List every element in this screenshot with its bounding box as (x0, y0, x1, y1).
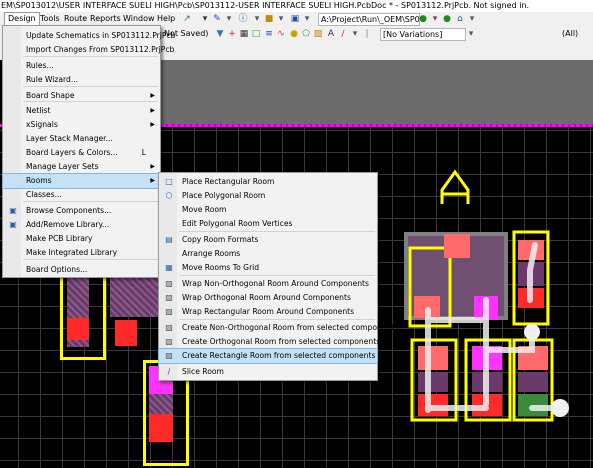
menu-item-label: Wrap Orthogonal Room Around Components (182, 293, 351, 302)
rooms-menu-item-create-orthogonal-room-from-selected-components[interactable]: ▨ Create Orthogonal Room from selected co… (159, 335, 381, 349)
rooms-menu-item-move-rooms-to-grid[interactable]: ▦ Move Rooms To Grid (159, 261, 377, 275)
menu-item-label: Make PCB Library (26, 234, 93, 243)
menu-item-label: Layer Stack Manager... (26, 134, 113, 143)
menu-item-label: Create Orthogonal Room from selected com… (182, 337, 381, 346)
via (524, 324, 540, 340)
menu-item-label: Place Rectangular Room (182, 177, 275, 186)
menu-item-label: Slice Room (182, 367, 224, 376)
submenu-arrow-icon: ▶ (150, 177, 155, 184)
rooms-menu-item-place-polygonal-room[interactable]: ⬡ Place Polygonal Room (159, 189, 377, 203)
slice-icon: ∕ (167, 367, 171, 376)
menu-item-label: Update Schematics in SP013112.PrjPcb (26, 31, 176, 40)
submenu-arrow-icon: ▶ (150, 92, 155, 99)
menu-item-label: Wrap Non-Orthogonal Room Around Componen… (182, 279, 369, 288)
design-menu-item-layer-stack-manager[interactable]: Layer Stack Manager... (3, 132, 160, 146)
design-menu-item-board-shape[interactable]: Board Shape ▶ (3, 89, 160, 103)
menu-separator (179, 231, 375, 232)
silkscreen-letter (440, 169, 470, 204)
menu-item-label: Classes... (26, 190, 62, 199)
design-menu-item-board-options[interactable]: Board Options... (3, 263, 160, 277)
menu-item-label: Wrap Rectangular Room Around Components (182, 307, 355, 316)
menu-item-label: Manage Layer Sets (26, 162, 99, 171)
rooms-menu-item-wrap-non-orthogonal-room-around-components[interactable]: ▧ Wrap Non-Orthogonal Room Around Compone… (159, 277, 377, 291)
menu-separator (179, 319, 375, 320)
menu-item-label: Make Integrated Library (26, 248, 118, 257)
via (551, 399, 569, 417)
submenu-arrow-icon: ▶ (150, 163, 155, 170)
menu-item-label: xSignals (26, 120, 58, 129)
design-menu-item-board-layers-colors[interactable]: Board Layers & Colors... L (3, 146, 160, 160)
rooms-menu-item-create-non-orthogonal-room-from-selected-components[interactable]: ▨ Create Non-Orthogonal Room from selecte… (159, 321, 398, 335)
pad-salmon (418, 346, 448, 370)
menu-item-label: Move Rooms To Grid (182, 263, 260, 272)
menu-item-label: Board Options... (26, 265, 88, 274)
design-menu-item-browse-components[interactable]: ▣ Browse Components... (3, 204, 160, 218)
design-menu-item-make-integrated-library[interactable]: Make Integrated Library (3, 246, 160, 260)
rooms-menu-item-wrap-rectangular-room-around-components[interactable]: ▧ Wrap Rectangular Room Around Components (159, 305, 377, 319)
rect-room-icon: □ (165, 177, 173, 186)
wrap-icon: ▧ (165, 307, 173, 316)
design-menu: Update Schematics in SP013112.PrjPcb Impo… (2, 25, 175, 278)
menu-item-label: Rooms (26, 176, 52, 185)
rooms-menu-item-create-rectangle-room-from-selected-components[interactable]: ▨ Create Rectangle Room from selected com… (158, 348, 378, 364)
design-menu-item-rule-wizard[interactable]: Rule Wizard... (3, 73, 160, 87)
menu-separator (179, 363, 375, 364)
submenu-arrow-icon: ▶ (150, 107, 155, 114)
room-hatch (518, 372, 548, 392)
pad-salmon (444, 234, 470, 258)
rooms-menu-item-place-rectangular-room[interactable]: □ Place Rectangular Room (159, 175, 377, 189)
poly-room-icon: ⬡ (165, 191, 173, 200)
menu-item-label: Board Layers & Colors... (26, 148, 118, 157)
wrap-icon: ▧ (165, 293, 173, 302)
menu-item-label: Board Shape (26, 91, 75, 100)
rooms-menu-item-edit-polygonal-room-vertices[interactable]: Edit Polygonal Room Vertices (159, 217, 377, 231)
menu-separator (179, 275, 375, 276)
rooms-menu-item-copy-room-formats[interactable]: ▤ Copy Room Formats (159, 233, 377, 247)
menu-item-label: Create Rectangle Room from selected comp… (182, 351, 376, 360)
menu-item-label: Move Room (182, 205, 227, 214)
menu-item-label: Edit Polygonal Room Vertices (182, 219, 293, 228)
create-room-icon: ▨ (165, 351, 173, 360)
wrap-icon: ▧ (165, 279, 173, 288)
menu-item-label: Add/Remove Library... (26, 220, 110, 229)
rooms-menu-item-wrap-orthogonal-room-around-components[interactable]: ▧ Wrap Orthogonal Room Around Components (159, 291, 377, 305)
library-icon: ▣ (9, 220, 17, 229)
design-menu-item-rules[interactable]: Rules... (3, 59, 160, 73)
room-hatch (418, 372, 448, 392)
menu-item-label: Browse Components... (26, 206, 112, 215)
create-room-icon: ▨ (165, 323, 173, 332)
design-menu-item-manage-layer-sets[interactable]: Manage Layer Sets ▶ (3, 160, 160, 174)
design-menu-item-add-remove-library[interactable]: ▣ Add/Remove Library... (3, 218, 160, 232)
rooms-menu-item-move-room[interactable]: Move Room (159, 203, 377, 217)
create-room-icon: ▨ (165, 337, 173, 346)
design-menu-item-import-changes-from-sp013112-prjpcb[interactable]: Import Changes From SP013112.PrjPcb (3, 43, 174, 57)
design-menu-item-update-schematics-in-sp013112-prjpcb[interactable]: Update Schematics in SP013112.PrjPcb (3, 29, 175, 43)
menu-item-label: Copy Room Formats (182, 235, 259, 244)
rooms-menu-item-arrange-rooms[interactable]: Arrange Rooms (159, 247, 377, 261)
menu-item-label: Place Polygonal Room (182, 191, 266, 200)
menu-item-label: Rules... (26, 61, 54, 70)
menu-item-label: Create Non-Orthogonal Room from selected… (182, 323, 399, 332)
design-menu-item-xsignals[interactable]: xSignals ▶ (3, 118, 160, 132)
browse-components-icon: ▣ (9, 206, 17, 215)
rooms-submenu: □ Place Rectangular Room ⬡ Place Polygonal … (158, 172, 398, 381)
rooms-menu-item-slice-room[interactable]: ∕ Slice Room (159, 365, 377, 379)
menu-item-label: Netlist (26, 106, 51, 115)
menu-item-shortcut: L (141, 148, 146, 157)
design-menu-item-make-pcb-library[interactable]: Make PCB Library (3, 232, 160, 246)
design-menu-item-classes[interactable]: Classes... (3, 188, 160, 202)
design-menu-item-rooms[interactable]: Rooms ▶ (2, 173, 161, 189)
menu-item-label: Rule Wizard... (26, 75, 79, 84)
copy-format-icon: ▤ (165, 235, 173, 244)
grid-icon: ▦ (165, 263, 173, 272)
menu-item-label: Arrange Rooms (182, 249, 241, 258)
design-menu-item-netlist[interactable]: Netlist ▶ (3, 104, 160, 118)
submenu-arrow-icon: ▶ (150, 121, 155, 128)
menu-item-label: Import Changes From SP013112.PrjPcb (26, 45, 175, 54)
